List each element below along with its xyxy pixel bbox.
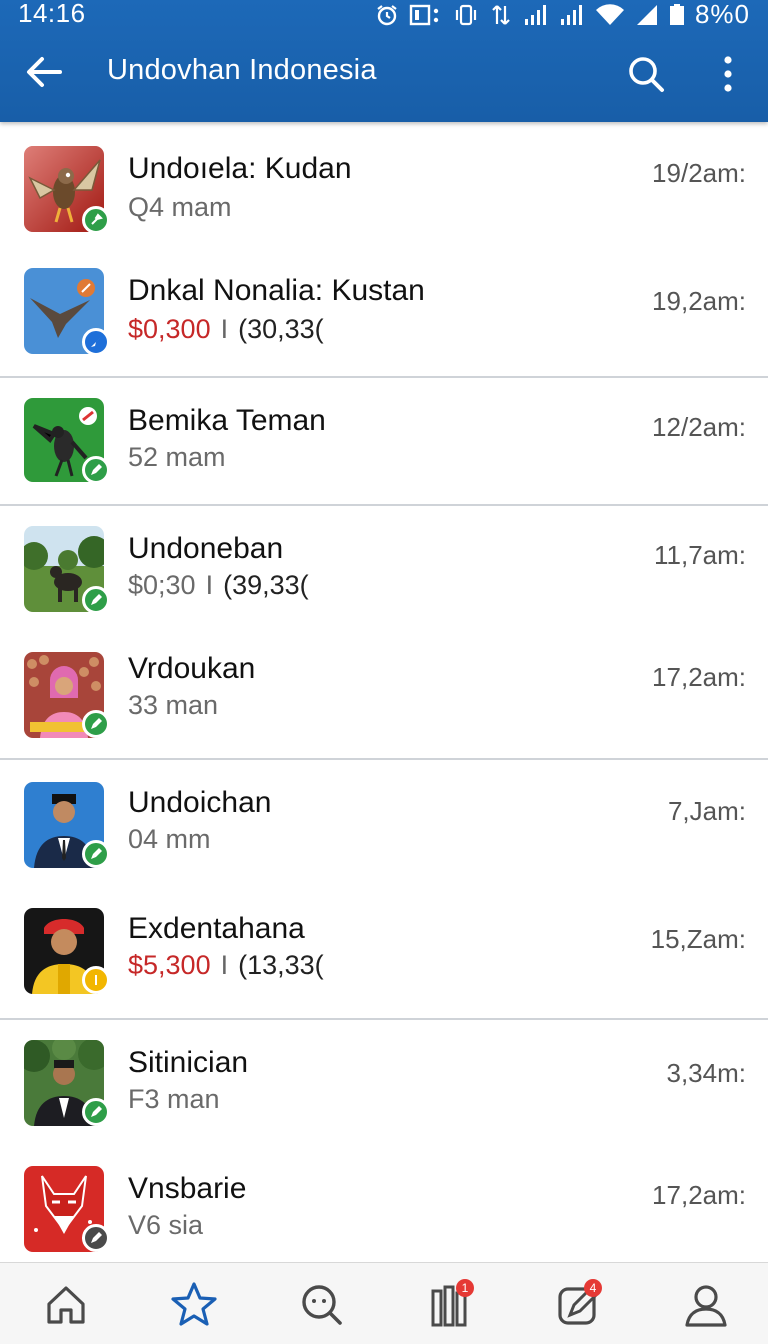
- item-time: 7,Jam:: [667, 796, 746, 826]
- item-time: 3,34m:: [666, 1058, 747, 1088]
- list-item[interactable]: Dnkal Nonalia: Kustan $0,300 I (30,33( 19,…: [0, 248, 768, 374]
- nav-profile[interactable]: [676, 1277, 736, 1333]
- item-price: $0,300: [128, 314, 211, 344]
- data-transfer-icon: [489, 3, 513, 27]
- item-time: 12/2am:: [652, 412, 746, 442]
- edit-icon: [91, 1232, 102, 1243]
- item-time: 19,2am:: [652, 286, 746, 316]
- notification-badge: 4: [584, 1279, 602, 1297]
- list-item[interactable]: Exdentahana $5,300 I (13,33( 15,Zam:: [0, 886, 768, 1012]
- item-separator: I: [220, 950, 229, 980]
- alarm-icon: [375, 3, 399, 27]
- signal-icon: [523, 3, 549, 27]
- edit-icon: [91, 848, 102, 859]
- nav-library[interactable]: 1: [420, 1277, 480, 1333]
- profile-icon: [685, 1285, 727, 1327]
- status-badge: [82, 328, 110, 356]
- list-item[interactable]: Vrdoukan 33 man 17,2am:: [0, 632, 768, 758]
- item-separator: I: [220, 314, 229, 344]
- search-icon: [629, 57, 664, 92]
- item-title: Vnsbarie: [128, 1172, 247, 1205]
- edit-icon: [91, 1106, 102, 1117]
- item-time: 15,Zam:: [650, 924, 746, 954]
- item-subtitle: V6 sia: [128, 1210, 204, 1240]
- item-title: Sitinician: [128, 1046, 249, 1079]
- status-badge: [82, 206, 110, 234]
- status-badge: [82, 840, 110, 868]
- list-item[interactable]: Bemika Teman 52 mam 12/2am:: [0, 378, 768, 504]
- vibrate-icon: [453, 3, 479, 27]
- item-range: (13,33(: [238, 950, 324, 980]
- bottom-navigation: 1 4: [0, 1262, 768, 1344]
- search-icon: [302, 1285, 342, 1325]
- item-time: 19/2am:: [652, 158, 746, 188]
- item-title: Undoıela: Kudan: [128, 152, 352, 185]
- item-range: (39,33(: [223, 570, 309, 600]
- arrow-left-icon: [27, 57, 62, 87]
- status-time: 14:16: [18, 0, 86, 28]
- item-range: (30,33(: [238, 314, 324, 344]
- item-time: 11,7am:: [653, 540, 746, 570]
- top-app-bar: 14:16 8%0 Undovhan Indonesia: [0, 0, 768, 122]
- edit-icon: [91, 718, 102, 729]
- item-title: Bemika Teman: [128, 404, 326, 437]
- status-badge: [82, 586, 110, 614]
- back-button[interactable]: [22, 50, 66, 94]
- item-title: Dnkal Nonalia: Kustan: [128, 274, 425, 307]
- item-subtitle: 04 mm: [128, 824, 211, 854]
- item-subtitle: 33 man: [128, 690, 219, 720]
- battery-level: 8%0: [694, 0, 750, 29]
- list-item[interactable]: Vnsbarie V6 sia 17,2am:: [0, 1146, 768, 1260]
- battery-icon: [669, 3, 685, 27]
- item-subtitle: 52 mam: [128, 442, 226, 472]
- status-bar: 14:16 8%0: [0, 0, 768, 29]
- status-badge: [82, 456, 110, 484]
- item-subtitle: $0;30 I (39,33(: [128, 570, 309, 601]
- status-badge: [82, 710, 110, 738]
- nav-home[interactable]: [36, 1277, 96, 1333]
- signal-icon-2: [559, 3, 585, 27]
- item-subtitle: $5,300 I (13,33(: [128, 950, 324, 981]
- more-vertical-icon: [724, 56, 732, 92]
- status-badge: [82, 966, 110, 994]
- edit-icon: [95, 975, 97, 985]
- item-price: $0;30: [128, 570, 196, 600]
- list-item[interactable]: Sitinician F3 man 3,34m:: [0, 1020, 768, 1146]
- status-icons: 8%0: [375, 0, 750, 30]
- item-subtitle: Q4 mam: [128, 192, 232, 222]
- item-subtitle: $0,300 I (30,33(: [128, 314, 324, 345]
- cell-triangle-icon: [635, 3, 659, 27]
- more-options-button[interactable]: [710, 52, 746, 96]
- list-item[interactable]: Undoichan 04 mm 7,Jam:: [0, 760, 768, 886]
- list-item[interactable]: Undoneban $0;30 I (39,33( 11,7am:: [0, 506, 768, 632]
- wifi-icon: [595, 3, 625, 27]
- item-title: Exdentahana: [128, 912, 305, 945]
- home-icon: [47, 1286, 85, 1324]
- item-time: 17,2am:: [652, 662, 746, 692]
- status-badge: [82, 1224, 110, 1252]
- search-button[interactable]: [624, 52, 668, 96]
- app-bar: Undovhan Indonesia: [0, 30, 768, 116]
- item-title: Undoichan: [128, 786, 272, 819]
- navigation-icon: [91, 337, 101, 347]
- item-title: Undoneban: [128, 532, 284, 565]
- page-title: Undovhan Indonesia: [107, 54, 377, 86]
- status-badge: [82, 1098, 110, 1126]
- notification-badge: 1: [456, 1279, 474, 1297]
- item-separator: I: [205, 570, 214, 600]
- edit-icon: [91, 464, 102, 475]
- pin-icon: [91, 213, 103, 225]
- item-title: Vrdoukan: [128, 652, 256, 685]
- item-time: 17,2am:: [652, 1180, 746, 1210]
- item-price: $5,300: [128, 950, 211, 980]
- screen-icon: [409, 3, 443, 27]
- star-icon: [171, 1282, 217, 1326]
- item-subtitle: F3 man: [128, 1084, 220, 1114]
- list-item[interactable]: Undoıela: Kudan Q4 mam 19/2am:: [0, 122, 768, 248]
- nav-search[interactable]: [292, 1277, 352, 1333]
- nav-compose[interactable]: 4: [548, 1277, 608, 1333]
- nav-favorites[interactable]: [164, 1277, 224, 1333]
- conversation-list[interactable]: Undoıela: Kudan Q4 mam 19/2am: Dnkal Non…: [0, 122, 768, 1260]
- edit-icon: [91, 594, 102, 605]
